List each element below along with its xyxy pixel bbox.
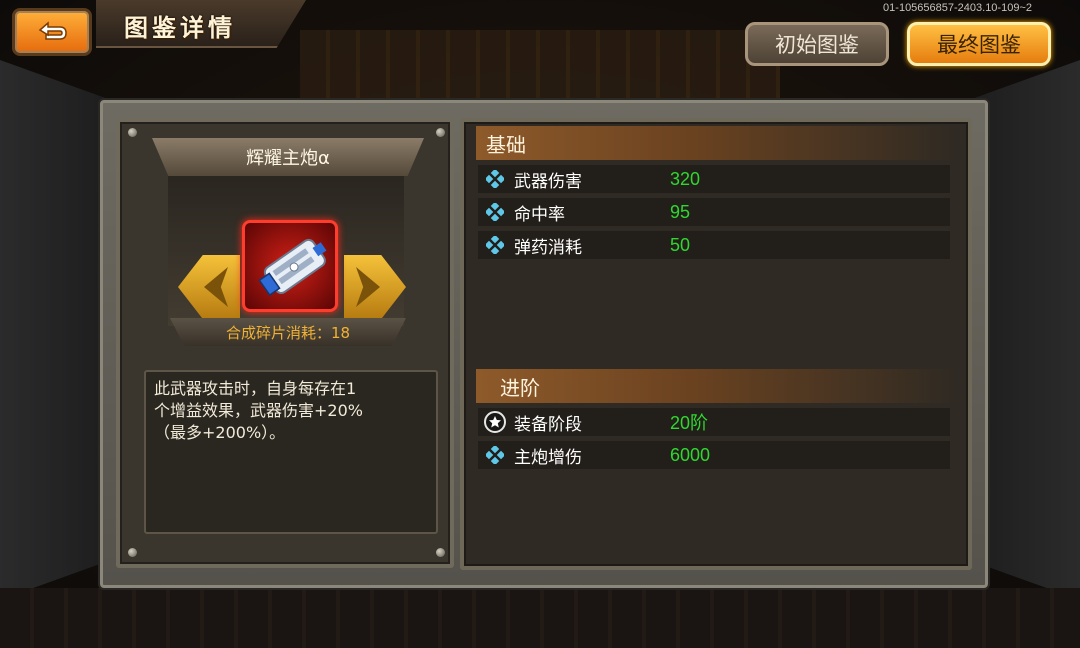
rivet: [128, 128, 137, 137]
rivet: [128, 548, 137, 557]
chevron-left-icon: [204, 267, 228, 307]
stat-row: 命中率 95: [478, 198, 950, 226]
stat-label: 主炮增伤: [514, 447, 582, 468]
background-ceiling: [300, 30, 780, 100]
section-basic-title: 基础: [486, 132, 526, 157]
section-advanced-header: 进阶: [476, 369, 956, 403]
stat-label: 武器伤害: [514, 171, 582, 192]
diamond-icon: [486, 446, 504, 464]
description-line: 个增益效果，武器伤害+20%: [154, 401, 363, 420]
stat-value: 6000: [670, 444, 711, 465]
stat-value: 20阶: [670, 413, 709, 433]
stat-value: 320: [670, 168, 701, 189]
item-name-plate: 辉耀主炮α: [152, 138, 424, 176]
diamond-icon: [486, 236, 504, 254]
description-line: 此武器攻击时，自身每存在1: [154, 379, 357, 398]
section-advanced-title: 进阶: [500, 375, 540, 400]
stat-row: 主炮增伤 6000: [478, 441, 950, 469]
fragment-cost: 合成碎片消耗：18: [225, 324, 351, 342]
rivet: [436, 548, 445, 557]
star-icon: [484, 411, 506, 433]
rivet: [436, 128, 445, 137]
diamond-icon: [486, 170, 504, 188]
initial-codex-button[interactable]: 初始图鉴: [745, 22, 889, 66]
stat-label: 命中率: [514, 204, 565, 225]
background-floor: [0, 588, 1080, 648]
item-description: 此武器攻击时，自身每存在1 个增益效果，武器伤害+20% （最多+200%）。: [144, 370, 438, 534]
stat-label: 弹药消耗: [514, 237, 582, 258]
diamond-icon: [486, 203, 504, 221]
description-line: （最多+200%）。: [154, 423, 286, 442]
stat-label: 装备阶段: [514, 414, 582, 435]
stat-value: 50: [670, 234, 691, 255]
stat-row: 弹药消耗 50: [478, 231, 950, 259]
section-basic-header: 基础: [476, 126, 956, 160]
final-codex-button[interactable]: 最终图鉴: [907, 22, 1051, 66]
return-arrow-icon: [38, 21, 67, 40]
cannon-graphic: [258, 238, 327, 297]
main-cannon-icon[interactable]: [242, 220, 338, 312]
back-button[interactable]: [12, 8, 92, 56]
stat-row: 装备阶段 20阶: [478, 408, 950, 436]
page-title: 图鉴详情: [124, 14, 236, 42]
chevron-right-icon: [356, 267, 380, 307]
item-name: 辉耀主炮α: [246, 148, 330, 169]
stat-value: 95: [670, 201, 691, 222]
version-label: 01-105656857-2403.10-109~2: [883, 2, 1032, 14]
stat-row: 武器伤害 320: [478, 165, 950, 193]
